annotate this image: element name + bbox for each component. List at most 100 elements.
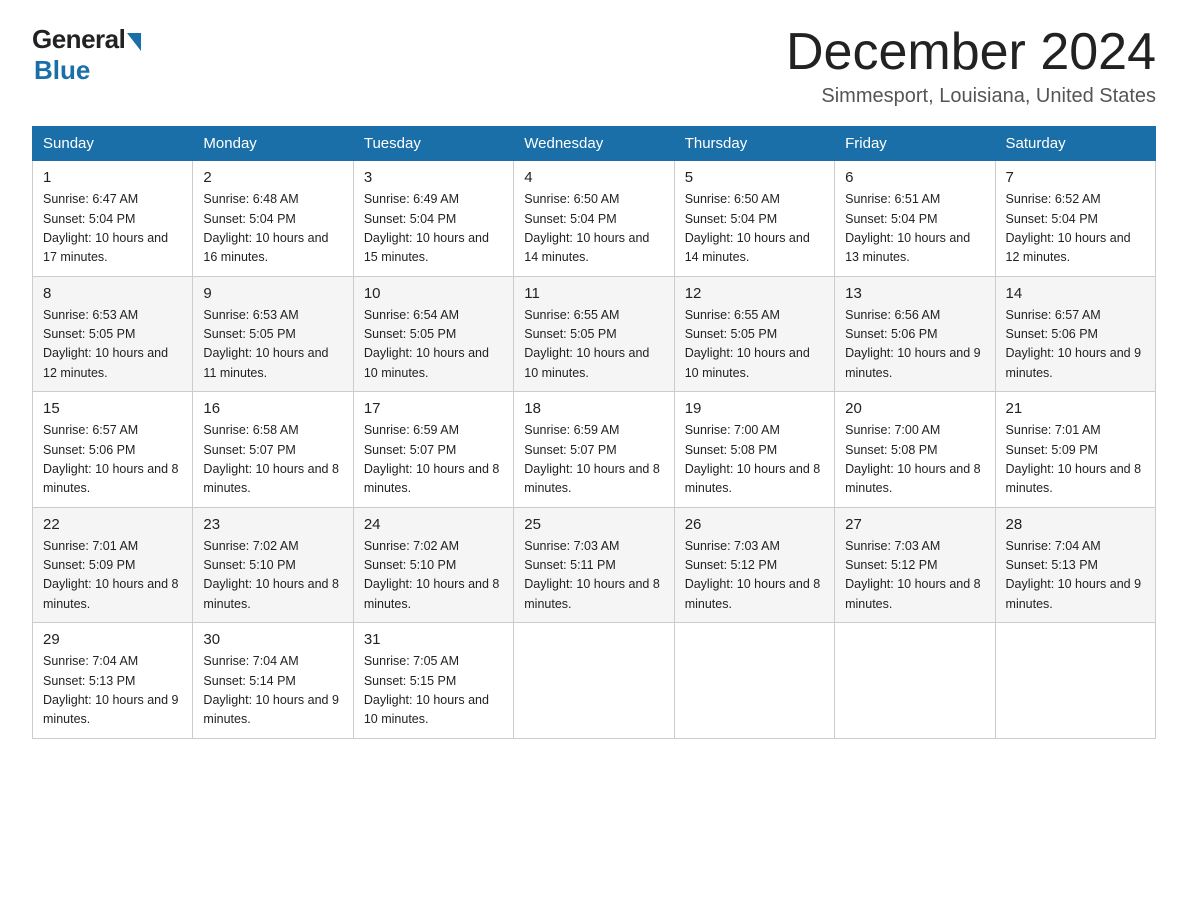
- day-info: Sunrise: 6:55 AMSunset: 5:05 PMDaylight:…: [685, 306, 824, 384]
- calendar-week-row: 22Sunrise: 7:01 AMSunset: 5:09 PMDayligh…: [33, 507, 1156, 623]
- calendar-cell: 22Sunrise: 7:01 AMSunset: 5:09 PMDayligh…: [33, 507, 193, 623]
- day-info: Sunrise: 7:04 AMSunset: 5:13 PMDaylight:…: [1006, 537, 1145, 615]
- calendar-cell: [835, 623, 995, 739]
- page-header: General Blue December 2024 Simmesport, L…: [32, 24, 1156, 108]
- logo-blue-text: Blue: [34, 55, 90, 86]
- column-header-saturday: Saturday: [995, 127, 1155, 161]
- day-info: Sunrise: 7:01 AMSunset: 5:09 PMDaylight:…: [1006, 421, 1145, 499]
- day-info: Sunrise: 7:04 AMSunset: 5:13 PMDaylight:…: [43, 652, 182, 730]
- calendar-header-row: SundayMondayTuesdayWednesdayThursdayFrid…: [33, 127, 1156, 161]
- column-header-thursday: Thursday: [674, 127, 834, 161]
- calendar-cell: 28 Sunrise: 7:04 AMSunset: 5:13 PMDayligh…: [995, 507, 1155, 623]
- calendar-cell: 11Sunrise: 6:55 AMSunset: 5:05 PMDayligh…: [514, 276, 674, 392]
- day-info: Sunrise: 6:53 AMSunset: 5:05 PMDaylight:…: [43, 306, 182, 384]
- calendar-cell: 17Sunrise: 6:59 AMSunset: 5:07 PMDayligh…: [353, 392, 513, 508]
- day-number: 23: [203, 516, 342, 533]
- day-info: Sunrise: 6:49 AMSunset: 5:04 PMDaylight:…: [364, 190, 503, 268]
- day-number: 24: [364, 516, 503, 533]
- day-number: 12: [685, 285, 824, 302]
- day-number: 29: [43, 631, 182, 648]
- day-number: 25: [524, 516, 663, 533]
- column-header-friday: Friday: [835, 127, 995, 161]
- day-number: 10: [364, 285, 503, 302]
- calendar-week-row: 1 Sunrise: 6:47 AMSunset: 5:04 PMDaylight…: [33, 161, 1156, 277]
- calendar-cell: 18 Sunrise: 6:59 AMSunset: 5:07 PMDayligh…: [514, 392, 674, 508]
- calendar-cell: 14 Sunrise: 6:57 AMSunset: 5:06 PMDayligh…: [995, 276, 1155, 392]
- calendar-week-row: 8 Sunrise: 6:53 AMSunset: 5:05 PMDaylight…: [33, 276, 1156, 392]
- day-number: 14: [1006, 285, 1145, 302]
- calendar-cell: 2 Sunrise: 6:48 AMSunset: 5:04 PMDaylight…: [193, 161, 353, 277]
- day-info: Sunrise: 6:47 AMSunset: 5:04 PMDaylight:…: [43, 190, 182, 268]
- calendar-cell: 3 Sunrise: 6:49 AMSunset: 5:04 PMDaylight…: [353, 161, 513, 277]
- day-info: Sunrise: 7:03 AMSunset: 5:12 PMDaylight:…: [845, 537, 984, 615]
- calendar-body: 1 Sunrise: 6:47 AMSunset: 5:04 PMDaylight…: [33, 161, 1156, 739]
- day-info: Sunrise: 6:57 AMSunset: 5:06 PMDaylight:…: [43, 421, 182, 499]
- day-number: 15: [43, 400, 182, 417]
- calendar-cell: 21Sunrise: 7:01 AMSunset: 5:09 PMDayligh…: [995, 392, 1155, 508]
- logo: General Blue: [32, 24, 141, 86]
- day-info: Sunrise: 7:03 AMSunset: 5:12 PMDaylight:…: [685, 537, 824, 615]
- logo-arrow-icon: [127, 33, 141, 51]
- day-info: Sunrise: 6:58 AMSunset: 5:07 PMDaylight:…: [203, 421, 342, 499]
- day-info: Sunrise: 6:56 AMSunset: 5:06 PMDaylight:…: [845, 306, 984, 384]
- day-number: 18: [524, 400, 663, 417]
- day-info: Sunrise: 6:53 AMSunset: 5:05 PMDaylight:…: [203, 306, 342, 384]
- calendar-cell: 23Sunrise: 7:02 AMSunset: 5:10 PMDayligh…: [193, 507, 353, 623]
- calendar-cell: 24 Sunrise: 7:02 AMSunset: 5:10 PMDayligh…: [353, 507, 513, 623]
- calendar-cell: 20 Sunrise: 7:00 AMSunset: 5:08 PMDayligh…: [835, 392, 995, 508]
- day-number: 22: [43, 516, 182, 533]
- logo-general-text: General: [32, 24, 125, 55]
- day-info: Sunrise: 6:54 AMSunset: 5:05 PMDaylight:…: [364, 306, 503, 384]
- day-number: 4: [524, 169, 663, 186]
- calendar-cell: [514, 623, 674, 739]
- day-info: Sunrise: 7:05 AMSunset: 5:15 PMDaylight:…: [364, 652, 503, 730]
- calendar-cell: 26 Sunrise: 7:03 AMSunset: 5:12 PMDayligh…: [674, 507, 834, 623]
- calendar-cell: 30Sunrise: 7:04 AMSunset: 5:14 PMDayligh…: [193, 623, 353, 739]
- day-info: Sunrise: 6:59 AMSunset: 5:07 PMDaylight:…: [524, 421, 663, 499]
- day-number: 13: [845, 285, 984, 302]
- day-number: 17: [364, 400, 503, 417]
- column-header-tuesday: Tuesday: [353, 127, 513, 161]
- day-info: Sunrise: 7:00 AMSunset: 5:08 PMDaylight:…: [685, 421, 824, 499]
- day-info: Sunrise: 6:57 AMSunset: 5:06 PMDaylight:…: [1006, 306, 1145, 384]
- day-info: Sunrise: 6:48 AMSunset: 5:04 PMDaylight:…: [203, 190, 342, 268]
- day-number: 20: [845, 400, 984, 417]
- calendar-cell: 8 Sunrise: 6:53 AMSunset: 5:05 PMDaylight…: [33, 276, 193, 392]
- column-header-wednesday: Wednesday: [514, 127, 674, 161]
- calendar-cell: 9 Sunrise: 6:53 AMSunset: 5:05 PMDaylight…: [193, 276, 353, 392]
- day-number: 31: [364, 631, 503, 648]
- day-info: Sunrise: 6:52 AMSunset: 5:04 PMDaylight:…: [1006, 190, 1145, 268]
- calendar-cell: 10 Sunrise: 6:54 AMSunset: 5:05 PMDayligh…: [353, 276, 513, 392]
- calendar-cell: [674, 623, 834, 739]
- day-number: 16: [203, 400, 342, 417]
- month-title: December 2024: [786, 24, 1156, 81]
- location-subtitle: Simmesport, Louisiana, United States: [786, 85, 1156, 108]
- calendar-cell: 13 Sunrise: 6:56 AMSunset: 5:06 PMDayligh…: [835, 276, 995, 392]
- day-number: 1: [43, 169, 182, 186]
- day-info: Sunrise: 7:03 AMSunset: 5:11 PMDaylight:…: [524, 537, 663, 615]
- day-info: Sunrise: 7:02 AMSunset: 5:10 PMDaylight:…: [364, 537, 503, 615]
- day-number: 30: [203, 631, 342, 648]
- day-number: 3: [364, 169, 503, 186]
- day-number: 9: [203, 285, 342, 302]
- day-number: 28: [1006, 516, 1145, 533]
- day-info: Sunrise: 6:51 AMSunset: 5:04 PMDaylight:…: [845, 190, 984, 268]
- day-number: 26: [685, 516, 824, 533]
- calendar-cell: 5Sunrise: 6:50 AMSunset: 5:04 PMDaylight…: [674, 161, 834, 277]
- calendar-cell: 29 Sunrise: 7:04 AMSunset: 5:13 PMDayligh…: [33, 623, 193, 739]
- day-number: 19: [685, 400, 824, 417]
- day-number: 11: [524, 285, 663, 302]
- day-number: 8: [43, 285, 182, 302]
- calendar-cell: 19 Sunrise: 7:00 AMSunset: 5:08 PMDayligh…: [674, 392, 834, 508]
- title-section: December 2024 Simmesport, Louisiana, Uni…: [786, 24, 1156, 108]
- calendar-cell: 4Sunrise: 6:50 AMSunset: 5:04 PMDaylight…: [514, 161, 674, 277]
- calendar-week-row: 15 Sunrise: 6:57 AMSunset: 5:06 PMDayligh…: [33, 392, 1156, 508]
- column-header-sunday: Sunday: [33, 127, 193, 161]
- day-number: 2: [203, 169, 342, 186]
- calendar-cell: 25 Sunrise: 7:03 AMSunset: 5:11 PMDayligh…: [514, 507, 674, 623]
- day-number: 6: [845, 169, 984, 186]
- day-info: Sunrise: 7:00 AMSunset: 5:08 PMDaylight:…: [845, 421, 984, 499]
- calendar-week-row: 29 Sunrise: 7:04 AMSunset: 5:13 PMDayligh…: [33, 623, 1156, 739]
- calendar-cell: 31 Sunrise: 7:05 AMSunset: 5:15 PMDayligh…: [353, 623, 513, 739]
- calendar-table: SundayMondayTuesdayWednesdayThursdayFrid…: [32, 126, 1156, 739]
